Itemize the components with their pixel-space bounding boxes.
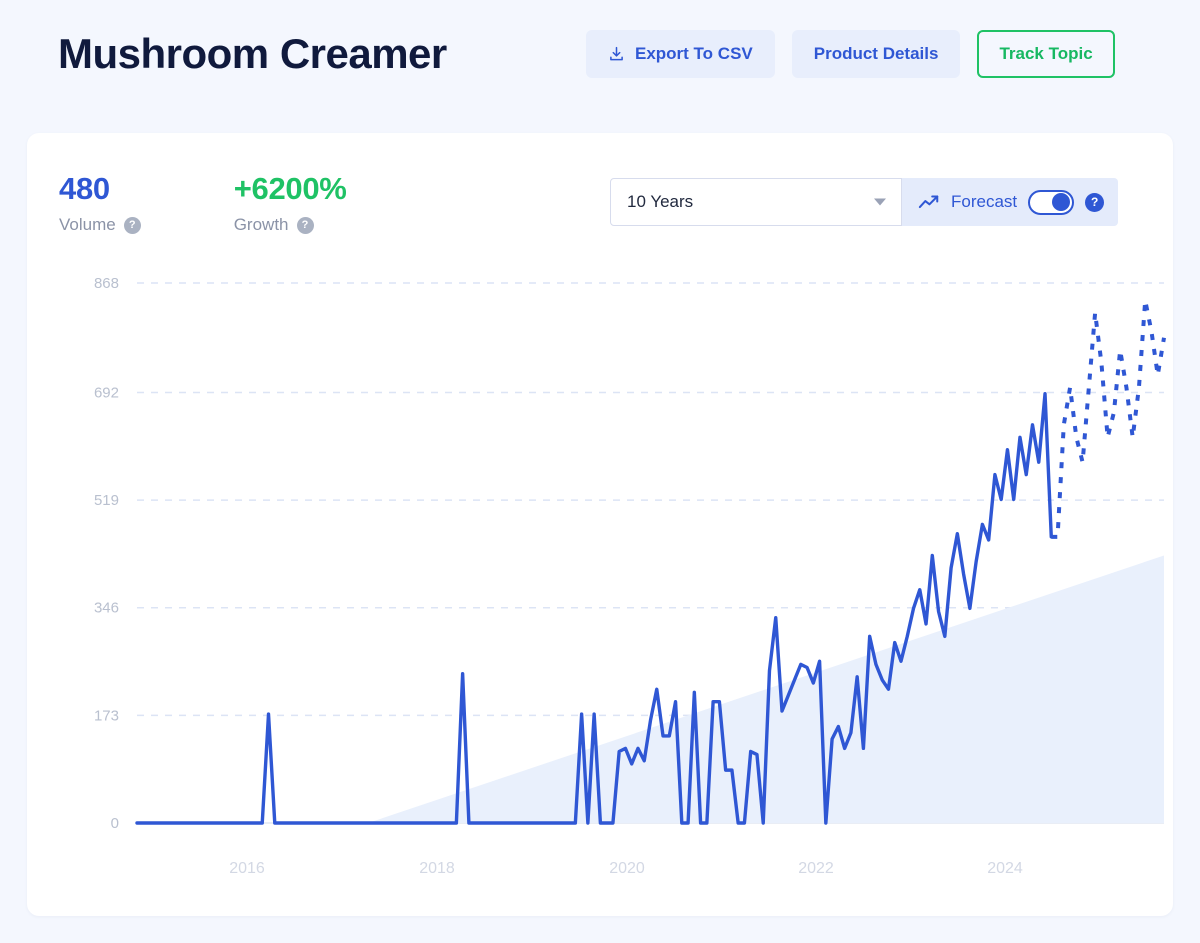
page-header: Mushroom Creamer Export To CSV Product D… bbox=[0, 0, 1200, 110]
forecast-toggle-knob bbox=[1052, 193, 1071, 211]
volume-label: Volume bbox=[59, 215, 116, 234]
forecast-line bbox=[1051, 298, 1166, 539]
forecast-label: Forecast bbox=[951, 192, 1018, 211]
growth-value: +6200% bbox=[233, 171, 347, 206]
forecast-help-icon[interactable]: ? bbox=[1085, 192, 1105, 212]
x-axis-tick: 2024 bbox=[987, 860, 1023, 877]
time-range-value: 10 Years bbox=[627, 192, 694, 211]
time-range-select[interactable]: 10 Years bbox=[610, 178, 902, 226]
forecast-panel: Forecast ? bbox=[902, 178, 1119, 226]
chart-series-forecast bbox=[1051, 298, 1166, 539]
stat-growth: +6200% Growth ? bbox=[234, 171, 347, 235]
stat-volume: 480 Volume ? bbox=[59, 171, 141, 235]
svg-text:692: 692 bbox=[94, 384, 119, 401]
x-axis-tick: 2016 bbox=[229, 860, 265, 877]
chart-x-axis-labels: 2016 2018 2020 2022 2024 bbox=[229, 860, 1023, 877]
chart-card: 480 Volume ? +6200% Growth ? 10 Years Fo… bbox=[27, 133, 1173, 916]
svg-text:0: 0 bbox=[111, 815, 119, 832]
growth-label-row: Growth ? bbox=[234, 215, 347, 235]
x-axis-tick: 2020 bbox=[609, 860, 645, 877]
volume-help-icon[interactable]: ? bbox=[123, 216, 141, 234]
forecast-toggle[interactable] bbox=[1028, 189, 1075, 215]
track-topic-label: Track Topic bbox=[999, 44, 1093, 63]
page-title: Mushroom Creamer bbox=[58, 30, 447, 77]
download-icon bbox=[608, 46, 625, 63]
volume-value: 480 bbox=[59, 171, 110, 206]
trend-chart: 0 173 346 519 692 868 2016 2018 2020 2022 2024 bbox=[27, 263, 1173, 903]
volume-label-row: Volume ? bbox=[59, 215, 141, 235]
trends-page: Mushroom Creamer Export To CSV Product D… bbox=[0, 0, 1200, 943]
product-details-label: Product Details bbox=[813, 44, 939, 63]
export-to-csv-label: Export To CSV bbox=[635, 44, 753, 63]
x-axis-tick: 2022 bbox=[798, 860, 834, 877]
product-details-button[interactable]: Product Details bbox=[791, 30, 961, 78]
track-topic-button[interactable]: Track Topic bbox=[977, 30, 1115, 78]
growth-help-icon[interactable]: ? bbox=[296, 216, 314, 234]
svg-text:519: 519 bbox=[94, 492, 119, 509]
svg-text:173: 173 bbox=[94, 707, 119, 724]
svg-text:868: 868 bbox=[94, 275, 119, 292]
chevron-down-icon bbox=[874, 198, 886, 206]
trend-chart-svg[interactable]: 0 173 346 519 692 868 2016 2018 2020 2022 2024 bbox=[27, 263, 1173, 903]
trending-up-icon bbox=[918, 194, 940, 210]
header-actions: Export To CSV Product Details Track Topi… bbox=[586, 30, 1115, 78]
export-to-csv-button[interactable]: Export To CSV bbox=[586, 30, 775, 78]
stats-group: 480 Volume ? +6200% Growth ? bbox=[59, 171, 347, 235]
growth-label: Growth bbox=[233, 215, 289, 234]
x-axis-tick: 2018 bbox=[419, 860, 455, 877]
chart-controls: 10 Years Forecast ? bbox=[610, 178, 1119, 226]
chart-y-axis-labels: 0 173 346 519 692 868 bbox=[94, 275, 119, 832]
svg-text:346: 346 bbox=[94, 600, 119, 617]
